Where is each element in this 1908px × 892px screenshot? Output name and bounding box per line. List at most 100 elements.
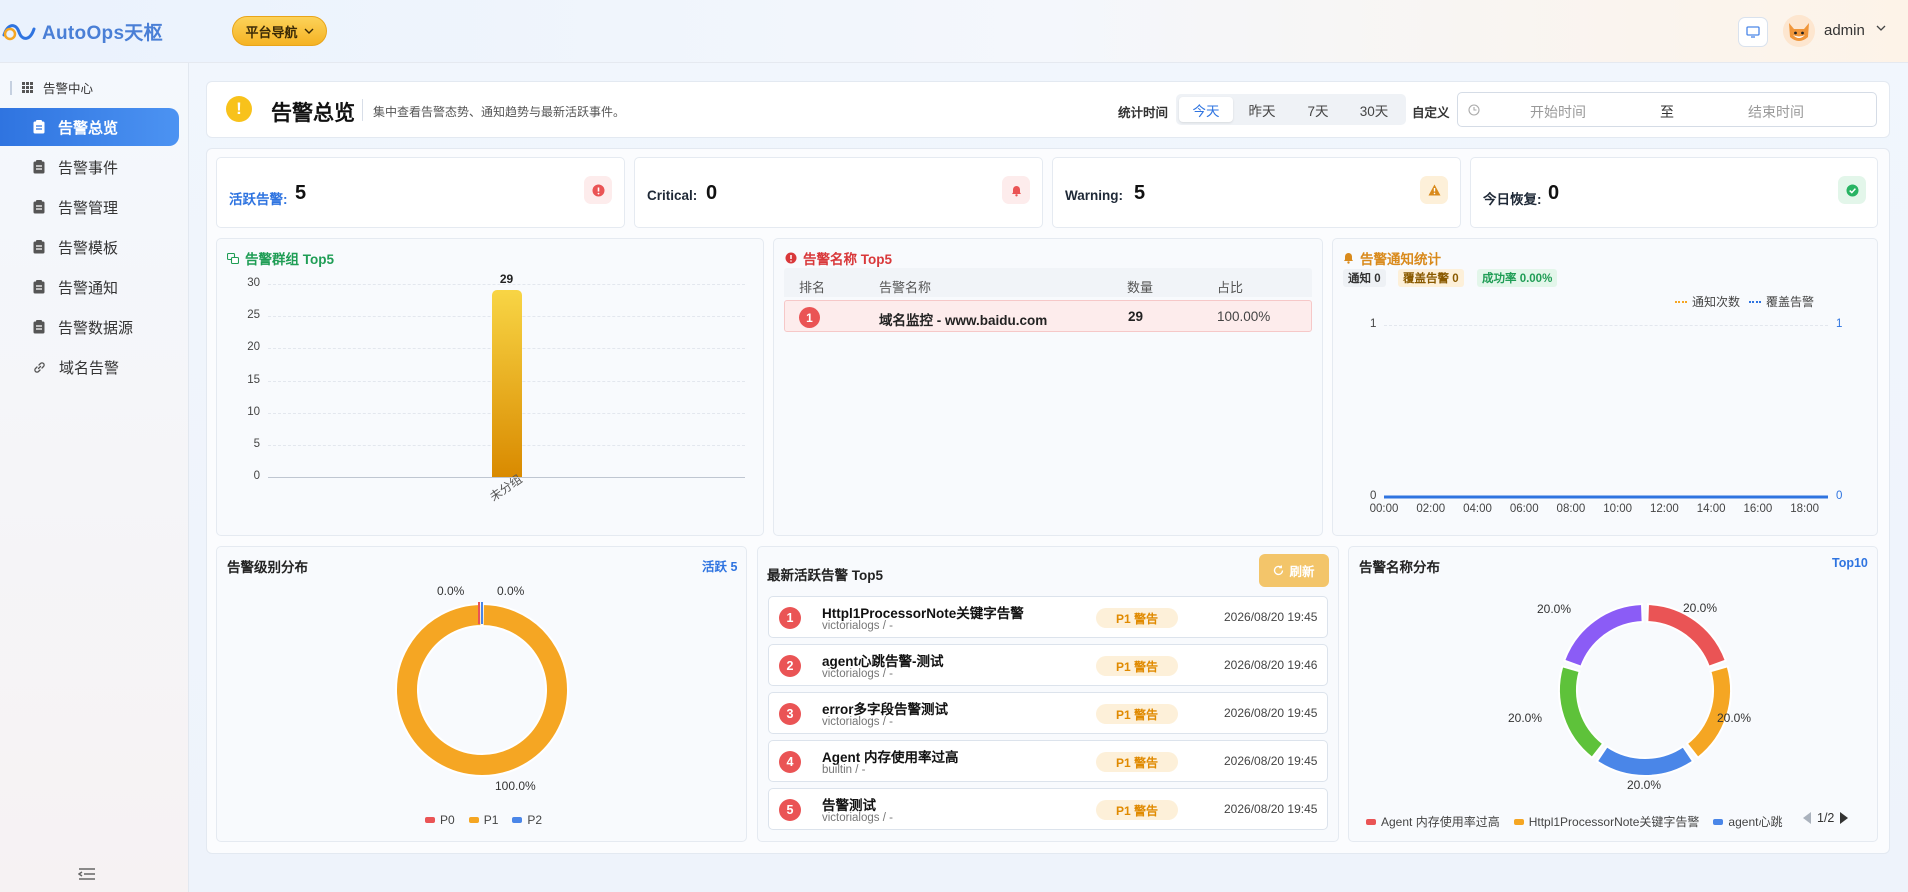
sidebar: 告警中心 告警总览 告警事件 告警管理 告警模板 告警通知 告警数据源 域名告警: [0, 63, 189, 892]
sidebar-item-domain-alerts[interactable]: 域名告警: [0, 348, 179, 386]
time-option-today[interactable]: 今天: [1179, 97, 1233, 122]
alert-row[interactable]: 3 error多字段告警测试 victorialogs / - P1 警告 2026/0…: [768, 692, 1328, 734]
top-bar: AutoOps天枢 平台导航 admin: [0, 0, 1908, 63]
bar[interactable]: [491, 290, 522, 477]
sidebar-item-management[interactable]: 告警管理: [0, 188, 179, 226]
legend-item[interactable]: Agent 内存使用率过高: [1366, 813, 1500, 830]
legend-swatch: [1675, 300, 1687, 303]
monitor-icon: [1746, 26, 1760, 38]
x-tick-label: 06:00: [1509, 503, 1539, 515]
collapse-menu-icon[interactable]: [78, 867, 96, 881]
success-rate-pill: 成功率 0.00%: [1477, 269, 1558, 287]
date-range-picker[interactable]: 开始时间 至 结束时间: [1457, 92, 1877, 127]
time-option-30d[interactable]: 30天: [1347, 97, 1401, 122]
alert-source: victorialogs / -: [822, 812, 893, 824]
stat-value: 5: [1134, 182, 1146, 204]
platform-nav-button[interactable]: 平台导航: [232, 16, 327, 46]
user-name[interactable]: admin: [1824, 22, 1865, 39]
monitor-button[interactable]: [1738, 17, 1768, 47]
donut-slice: [1563, 603, 1644, 668]
chevron-down-icon: [304, 28, 313, 34]
platform-nav-label: 平台导航: [245, 24, 298, 40]
app-logo[interactable]: AutoOps天枢: [2, 18, 163, 45]
refresh-icon: [1274, 565, 1284, 576]
clipboard-icon: [33, 120, 45, 134]
alert-name-cell: 域名监控 - www.baidu.com: [879, 313, 1048, 328]
y-tick-label: 30: [247, 277, 260, 289]
alert-row[interactable]: 5 告警测试 victorialogs / - P1 警告 2026/08/20 19:…: [768, 788, 1328, 830]
time-option-7d[interactable]: 7天: [1291, 97, 1345, 122]
sidebar-item-datasources[interactable]: 告警数据源: [0, 308, 179, 346]
alert-row[interactable]: 4 Agent 内存使用率过高 builtin / - P1 警告 2026/08/20…: [768, 740, 1328, 782]
y-tick-left: 0: [1370, 490, 1377, 502]
clipboard-icon: [33, 320, 45, 334]
alert-source: victorialogs / -: [822, 668, 893, 680]
sidebar-item-templates[interactable]: 告警模板: [0, 228, 179, 266]
legend-item[interactable]: 覆盖告警: [1749, 293, 1814, 310]
legend-swatch: [1713, 818, 1724, 825]
stat-label: Warning:: [1065, 188, 1123, 203]
x-tick-label: 18:00: [1790, 503, 1820, 515]
next-page-icon[interactable]: [1840, 812, 1849, 824]
alert-row[interactable]: 2 agent心跳告警-测试 victorialogs / - P1 警告 2026/0…: [768, 644, 1328, 686]
latest-alerts-title: 最新活跃告警 Top5: [767, 568, 883, 583]
p0-marker: [478, 602, 480, 624]
page-description: 集中查看告警态势、通知趋势与最新活跃事件。: [373, 105, 626, 119]
level-badge: P1 警告: [1096, 752, 1178, 772]
refresh-button[interactable]: 刷新: [1259, 554, 1329, 587]
panel-title-text: 告警群组 Top5: [245, 252, 334, 267]
exclamation-icon: !: [226, 96, 252, 122]
time-range-selector: 今天 昨天 7天 30天: [1176, 94, 1406, 125]
y-tick-label: 25: [247, 309, 260, 322]
logo-icon: [2, 23, 36, 40]
donut-slice: [1558, 665, 1605, 759]
legend-label: P2: [527, 813, 543, 827]
avatar[interactable]: [1783, 15, 1815, 47]
time-option-yesterday[interactable]: 昨天: [1235, 97, 1289, 122]
y-tick-right: 0: [1836, 490, 1843, 502]
rank-badge: 1: [779, 607, 801, 629]
table-row[interactable]: 1 域名监控 - www.baidu.com 29 100.00%: [784, 300, 1312, 332]
alert-row[interactable]: 1 Httpl1ProcessorNote关键字告警 victorialogs / …: [768, 596, 1328, 638]
panel-title-text: 告警通知统计: [1360, 252, 1441, 267]
y-tick-label: 15: [247, 373, 260, 386]
level-badge: P1 警告: [1096, 704, 1178, 724]
legend-label: 覆盖告警: [1766, 295, 1815, 309]
legend-item[interactable]: agent心跳: [1713, 813, 1782, 830]
stat-label: Critical:: [647, 188, 698, 203]
alert-source: builtin / -: [822, 764, 866, 776]
rank-badge: 5: [779, 799, 801, 821]
pct-label: 20.0%: [1537, 602, 1572, 616]
alert-time: 2026/08/20 19:45: [1224, 706, 1318, 720]
end-time-input[interactable]: 结束时间: [1748, 102, 1804, 122]
legend-item[interactable]: P2: [512, 813, 542, 827]
sidebar-item-overview[interactable]: 告警总览: [0, 108, 179, 146]
start-time-input[interactable]: 开始时间: [1530, 102, 1586, 122]
prev-page-icon[interactable]: [1803, 812, 1811, 824]
legend-item[interactable]: Httpl1ProcessorNote关键字告警: [1513, 813, 1699, 830]
legend-swatch: [1749, 300, 1761, 303]
check-circle-icon: [1838, 176, 1866, 204]
chevron-down-icon[interactable]: [1876, 24, 1886, 32]
alert-time: 2026/08/20 19:45: [1224, 610, 1318, 624]
p2-marker: [481, 602, 483, 624]
column-name: 告警名称: [879, 280, 932, 295]
bar-data-label: 29: [499, 272, 514, 287]
column-ratio: 占比: [1217, 280, 1244, 295]
x-tick-label: 10:00: [1603, 503, 1633, 515]
sidebar-item-events[interactable]: 告警事件: [0, 148, 179, 186]
legend-item[interactable]: P1: [468, 813, 499, 827]
name-top5-title: 告警名称 Top5: [785, 248, 892, 268]
sidebar-item-notifications[interactable]: 告警通知: [0, 268, 179, 306]
column-count: 数量: [1127, 280, 1154, 295]
panel-title-text: 告警名称 Top5: [803, 252, 892, 267]
fox-avatar-icon: [1783, 15, 1815, 47]
legend-label: P1: [483, 813, 499, 827]
legend-pager: 1/2: [1803, 811, 1849, 825]
pct-label: 20.0%: [1683, 601, 1718, 615]
legend-item[interactable]: 通知次数: [1675, 293, 1740, 310]
alert-circle-icon: [785, 252, 797, 264]
legend-item[interactable]: P0: [425, 813, 455, 827]
bell-icon: [1344, 253, 1353, 264]
x-tick-label: 04:00: [1463, 503, 1492, 515]
